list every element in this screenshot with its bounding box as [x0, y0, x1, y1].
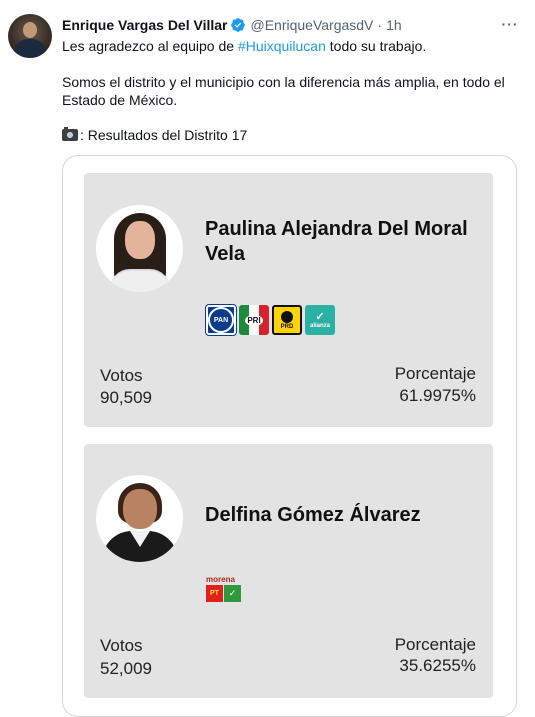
tweet-text-line-1: Les agradezco al equipo de #Huixquilucan… — [62, 37, 426, 56]
tweet-text-segment: todo su trabajo. — [325, 38, 427, 54]
party-logos: PAN PRI PRD ✓ alianza — [205, 304, 335, 336]
separator-dot: · — [377, 17, 383, 33]
candidate-name-line: Delfina Gómez Álvarez — [205, 504, 421, 526]
votes-value: 52,009 — [100, 659, 152, 678]
candidate-photo — [96, 205, 183, 292]
author-avatar[interactable] — [8, 14, 52, 58]
morena-logo-icon: morena — [206, 575, 235, 584]
party-logos: morena PT ✓ — [206, 575, 242, 602]
candidate-name: Paulina Alejandra Del Moral Vela — [205, 217, 485, 267]
candidate-name: Delfina Gómez Álvarez — [205, 503, 485, 528]
tweet-timestamp[interactable]: 1h — [386, 17, 402, 33]
votes-value: 90,509 — [100, 388, 152, 407]
tweet-text-line-2: Somos el distrito y el municipio con la … — [62, 74, 505, 90]
percentage-label: Porcentaje — [394, 364, 476, 383]
tweet-header: Enrique Vargas Del Villar @EnriqueVargas… — [62, 15, 402, 35]
hashtag-link[interactable]: #Huixquilucan — [238, 38, 326, 54]
votes-label: Votos — [100, 366, 143, 385]
candidate-name-line: Paulina Alejandra Del Moral — [205, 218, 468, 240]
more-icon[interactable]: ··· — [500, 14, 520, 34]
pan-logo-icon: PAN — [205, 304, 237, 336]
candidate-card: Paulina Alejandra Del Moral Vela PAN PRI… — [84, 173, 493, 427]
pri-logo-icon: PRI — [239, 305, 269, 335]
author-handle[interactable]: @EnriqueVargasdV — [250, 17, 373, 33]
alianza-logo-icon: ✓ alianza — [305, 305, 335, 335]
candidate-name-line: Vela — [205, 243, 246, 265]
percentage-label: Porcentaje — [394, 635, 476, 654]
pvem-logo-icon: ✓ — [224, 585, 241, 602]
verified-badge-icon — [230, 17, 246, 33]
candidate-photo — [96, 475, 183, 562]
camera-icon — [62, 127, 78, 141]
author-name[interactable]: Enrique Vargas Del Villar — [62, 17, 227, 33]
percentage-value: 61.9975% — [399, 386, 476, 405]
percentage-value: 35.6255% — [399, 656, 476, 675]
tweet-text-line-3: Estado de México. — [62, 92, 178, 108]
prd-logo-icon: PRD — [272, 305, 302, 335]
tweet-text-segment: : Resultados del Distrito 17 — [80, 127, 248, 143]
votes-label: Votos — [100, 636, 143, 655]
pt-logo-icon: PT — [206, 585, 223, 602]
tweet-media-image[interactable]: Paulina Alejandra Del Moral Vela PAN PRI… — [62, 155, 517, 717]
tweet-text-line-4: : Resultados del Distrito 17 — [62, 126, 247, 145]
candidate-card: Delfina Gómez Álvarez morena PT ✓ Votos … — [84, 444, 493, 698]
tweet-text-segment: Les agradezco al equipo de — [62, 38, 238, 54]
